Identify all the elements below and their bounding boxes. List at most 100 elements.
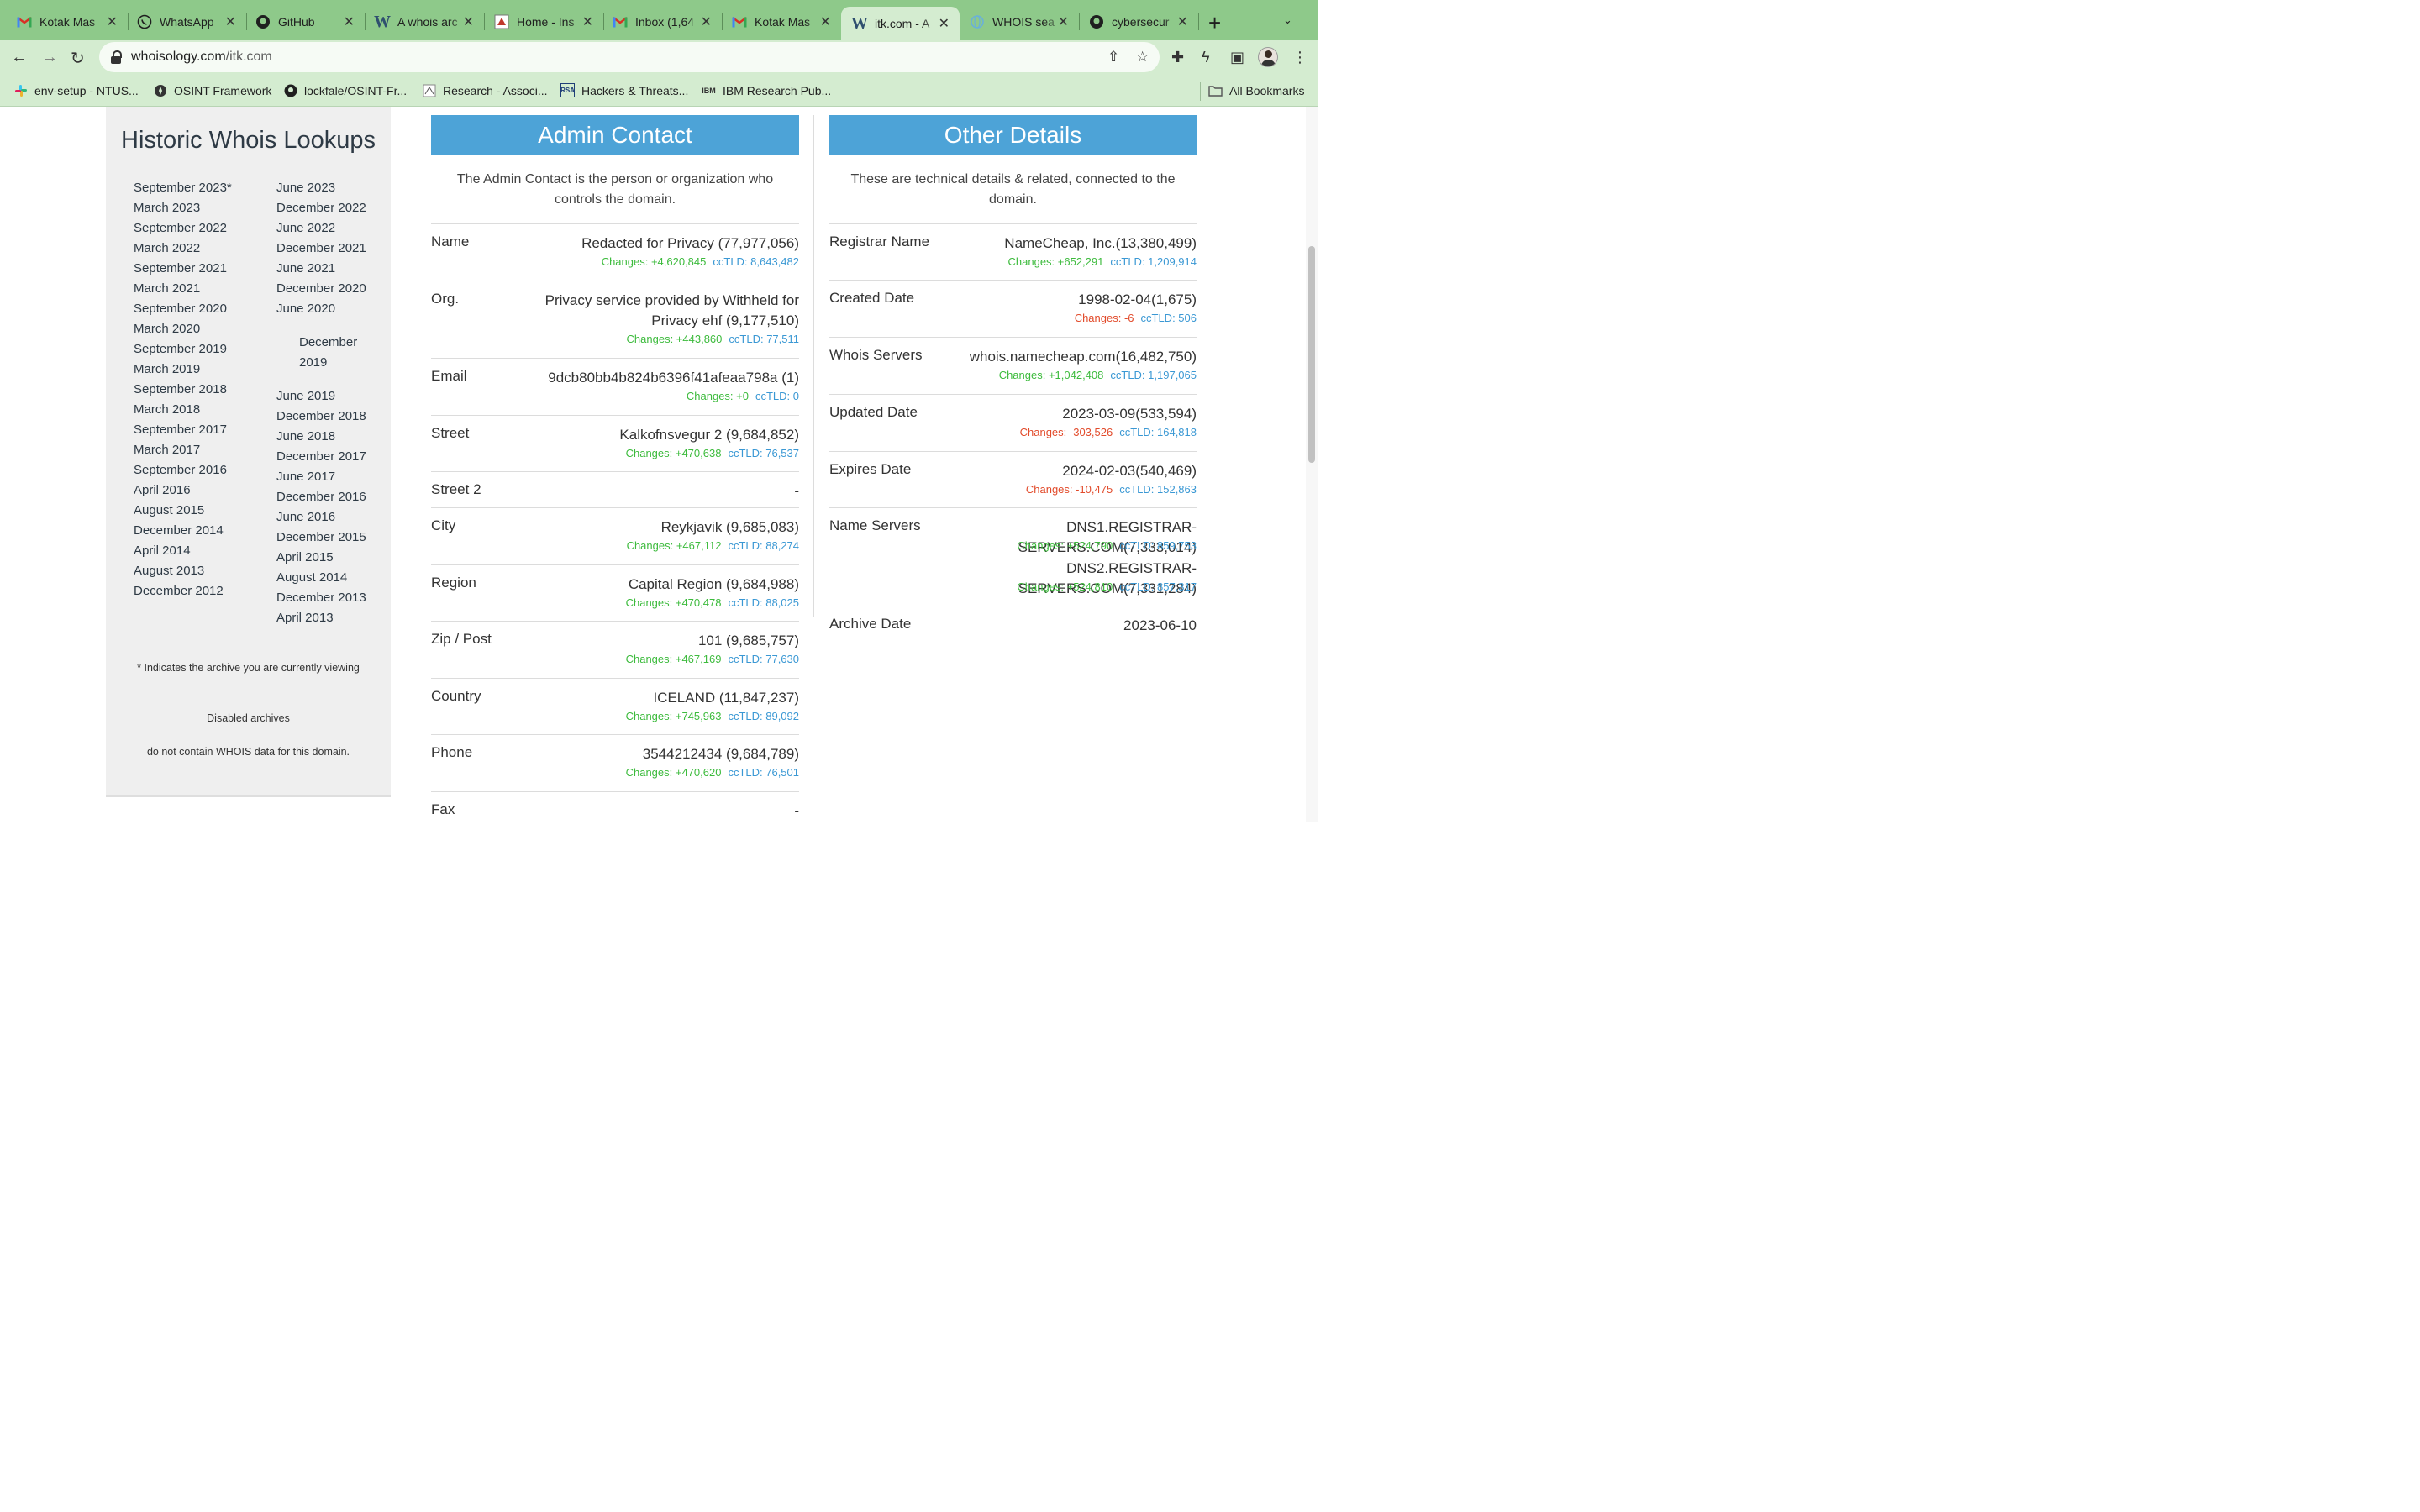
changes-count[interactable]: Changes: +1,042,408 bbox=[999, 369, 1104, 381]
extensions-icon[interactable]: ✚ bbox=[1171, 49, 1184, 66]
scrollbar-thumb[interactable] bbox=[1308, 246, 1315, 463]
archive-link[interactable]: August 2015 bbox=[134, 501, 204, 521]
archive-link[interactable]: March 2018 bbox=[134, 400, 200, 420]
archive-link[interactable]: June 2021 bbox=[276, 259, 335, 279]
changes-count[interactable]: Changes: -10,475 bbox=[1026, 483, 1113, 496]
archive-link[interactable]: September 2020 bbox=[134, 299, 227, 319]
archive-link[interactable]: September 2016 bbox=[134, 460, 227, 480]
cctld-count[interactable]: ccTLD: 1,209,914 bbox=[1110, 255, 1197, 268]
cctld-count[interactable]: ccTLD: 857,317 bbox=[1119, 580, 1197, 593]
archive-link[interactable]: September 2021 bbox=[134, 259, 227, 279]
cctld-count[interactable]: ccTLD: 88,274 bbox=[728, 539, 799, 552]
archive-link[interactable]: June 2016 bbox=[276, 507, 335, 528]
archive-link[interactable]: December 2014 bbox=[134, 521, 224, 541]
tab-github[interactable]: GitHub ✕ bbox=[239, 8, 365, 36]
changes-count[interactable]: Changes: +470,620 bbox=[626, 766, 722, 779]
changes-count[interactable]: Changes: -303,526 bbox=[1020, 426, 1113, 438]
url-text[interactable]: whoisology.com/itk.com bbox=[131, 50, 272, 65]
performance-icon[interactable]: ϟ bbox=[1202, 49, 1210, 66]
archive-link[interactable]: August 2013 bbox=[134, 561, 204, 581]
archive-link[interactable]: September 2019 bbox=[134, 339, 227, 360]
close-icon[interactable]: ✕ bbox=[107, 13, 118, 30]
share-icon[interactable]: ⇧ bbox=[1107, 49, 1119, 66]
archive-link[interactable]: June 2019 bbox=[276, 386, 335, 407]
changes-count[interactable]: Changes: +524,810 bbox=[1017, 580, 1113, 593]
bookmark-lockfale[interactable]: lockfale/OSINT-Fr... bbox=[283, 83, 407, 97]
archive-link[interactable]: December 2012 bbox=[134, 581, 224, 601]
changes-count[interactable]: Changes: +467,112 bbox=[627, 539, 722, 552]
all-bookmarks-button[interactable]: All Bookmarks bbox=[1208, 83, 1304, 97]
side-panel-icon[interactable]: ▣ bbox=[1230, 49, 1244, 66]
archive-link[interactable]: June 2018 bbox=[276, 427, 335, 447]
tab-whatsapp[interactable]: WhatsApp ✕ bbox=[120, 8, 246, 36]
bookmark-env-setup[interactable]: env-setup - NTUS... bbox=[13, 83, 139, 97]
archive-link[interactable]: December 2015 bbox=[276, 528, 366, 548]
cctld-count[interactable]: ccTLD: 77,630 bbox=[728, 653, 799, 665]
archive-link[interactable]: April 2015 bbox=[276, 548, 334, 568]
archive-link[interactable]: March 2023 bbox=[134, 198, 200, 218]
archive-link[interactable]: June 2017 bbox=[276, 467, 335, 487]
tab-search-icon[interactable]: ⌄ bbox=[1283, 13, 1292, 27]
scrollbar[interactable] bbox=[1306, 107, 1318, 822]
new-tab-button[interactable]: + bbox=[1208, 10, 1221, 36]
tab-home[interactable]: Home - Ins ✕ bbox=[477, 8, 603, 36]
tab-inbox[interactable]: Inbox (1,64 ✕ bbox=[596, 8, 722, 36]
changes-count[interactable]: Changes: +443,860 bbox=[627, 333, 723, 345]
changes-count[interactable]: Changes: +652,291 bbox=[1008, 255, 1104, 268]
archive-link[interactable]: June 2023 bbox=[276, 178, 335, 198]
back-icon[interactable]: ← bbox=[11, 48, 28, 67]
bookmark-hackers-threats[interactable]: RSA Hackers & Threats... bbox=[560, 83, 688, 97]
cctld-count[interactable]: ccTLD: 152,863 bbox=[1119, 483, 1197, 496]
archive-link[interactable]: December 2019 bbox=[299, 333, 357, 373]
close-icon[interactable]: ✕ bbox=[1177, 13, 1188, 30]
close-icon[interactable]: ✕ bbox=[820, 13, 831, 30]
archive-link[interactable]: March 2020 bbox=[134, 319, 200, 339]
archive-link[interactable]: December 2013 bbox=[276, 588, 366, 608]
tab-kotak-1[interactable]: Kotak Mas ✕ bbox=[0, 8, 128, 36]
archive-link[interactable]: December 2016 bbox=[276, 487, 366, 507]
cctld-count[interactable]: ccTLD: 76,537 bbox=[728, 447, 799, 459]
changes-count[interactable]: Changes: +470,638 bbox=[626, 447, 722, 459]
archive-link[interactable]: December 2020 bbox=[276, 279, 366, 299]
changes-count[interactable]: Changes: +524,790 bbox=[1017, 539, 1113, 552]
cctld-count[interactable]: ccTLD: 859,753 bbox=[1119, 539, 1197, 552]
star-icon[interactable]: ☆ bbox=[1136, 49, 1149, 66]
close-icon[interactable]: ✕ bbox=[344, 13, 355, 30]
archive-link[interactable]: September 2022 bbox=[134, 218, 227, 239]
lock-icon[interactable] bbox=[111, 50, 123, 64]
archive-link[interactable]: June 2022 bbox=[276, 218, 335, 239]
archive-link[interactable]: March 2021 bbox=[134, 279, 200, 299]
archive-link[interactable]: December 2017 bbox=[276, 447, 366, 467]
tab-cybersecurity[interactable]: cybersecur ✕ bbox=[1072, 8, 1198, 36]
changes-count[interactable]: Changes: +4,620,845 bbox=[602, 255, 707, 268]
forward-icon[interactable]: → bbox=[41, 48, 58, 67]
archive-link[interactable]: December 2022 bbox=[276, 198, 366, 218]
archive-link[interactable]: June 2020 bbox=[276, 299, 335, 319]
archive-link[interactable]: April 2016 bbox=[134, 480, 191, 501]
tab-whois-archive[interactable]: W A whois arc ✕ bbox=[358, 8, 484, 36]
cctld-count[interactable]: ccTLD: 0 bbox=[755, 390, 799, 402]
reload-icon[interactable]: ↻ bbox=[71, 48, 85, 69]
address-bar[interactable]: whoisology.com/itk.com ⇧ ☆ bbox=[99, 42, 1160, 72]
archive-link[interactable]: April 2013 bbox=[276, 608, 334, 628]
cctld-count[interactable]: ccTLD: 164,818 bbox=[1119, 426, 1197, 438]
close-icon[interactable]: ✕ bbox=[939, 15, 950, 32]
tab-whois-search[interactable]: WHOIS sea ✕ bbox=[953, 8, 1079, 36]
close-icon[interactable]: ✕ bbox=[225, 13, 236, 30]
archive-link[interactable]: March 2017 bbox=[134, 440, 200, 460]
bookmark-ibm-research[interactable]: IBM IBM Research Pub... bbox=[702, 83, 831, 97]
cctld-count[interactable]: ccTLD: 77,511 bbox=[729, 333, 799, 345]
archive-link[interactable]: April 2014 bbox=[134, 541, 191, 561]
close-icon[interactable]: ✕ bbox=[463, 13, 474, 30]
archive-link[interactable]: September 2018 bbox=[134, 380, 227, 400]
cctld-count[interactable]: ccTLD: 89,092 bbox=[728, 710, 799, 722]
close-icon[interactable]: ✕ bbox=[1058, 13, 1069, 30]
archive-link[interactable]: September 2023* bbox=[134, 178, 232, 198]
archive-link[interactable]: September 2017 bbox=[134, 420, 227, 440]
changes-count[interactable]: Changes: +467,169 bbox=[626, 653, 722, 665]
changes-count[interactable]: Changes: -6 bbox=[1075, 312, 1134, 324]
cctld-count[interactable]: ccTLD: 8,643,482 bbox=[713, 255, 799, 268]
bookmark-osint-framework[interactable]: OSINT Framework bbox=[153, 83, 271, 97]
archive-link[interactable]: August 2014 bbox=[276, 568, 347, 588]
tab-kotak-2[interactable]: Kotak Mas ✕ bbox=[715, 8, 841, 36]
